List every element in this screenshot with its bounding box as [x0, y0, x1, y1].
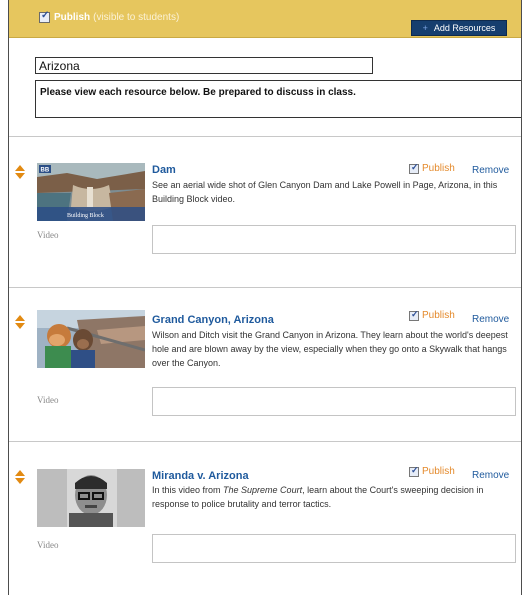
publish-checkbox[interactable]: [409, 465, 419, 477]
publish-header-bar: Publish (visible to students) + Add Reso…: [9, 0, 521, 38]
move-down-icon[interactable]: [15, 173, 25, 179]
move-down-icon[interactable]: [15, 478, 25, 484]
dam-thumbnail-image: BB Building Block: [37, 163, 145, 221]
video-thumbnail[interactable]: [37, 310, 145, 368]
divider: [9, 287, 521, 288]
thumb-badge: BB: [41, 168, 50, 174]
move-down-icon[interactable]: [15, 323, 25, 329]
remove-link[interactable]: Remove: [472, 470, 509, 481]
thumb-caption: Building Block: [67, 213, 104, 219]
publish-label: Publish: [422, 310, 455, 321]
publish-label: Publish: [54, 12, 91, 23]
publish-checkbox[interactable]: [409, 162, 419, 174]
miranda-thumbnail-image: [37, 469, 145, 527]
collection-description-input[interactable]: Please view each resource below. Be prep…: [35, 80, 521, 118]
divider: [9, 136, 521, 137]
resource-title-link[interactable]: Grand Canyon, Arizona: [152, 314, 274, 326]
resource-note-input[interactable]: [152, 387, 516, 416]
publish-checkbox[interactable]: [409, 309, 419, 321]
publish-note: (visible to students): [93, 12, 180, 23]
resource-publish-toggle[interactable]: Publish: [409, 309, 455, 321]
publish-checkbox[interactable]: [39, 10, 50, 23]
resource-description: See an aerial wide shot of Glen Canyon D…: [152, 180, 498, 204]
plus-icon: +: [422, 23, 428, 33]
resource-note-input[interactable]: [152, 225, 516, 254]
move-up-icon[interactable]: [15, 470, 25, 476]
description-text: In this video from: [152, 485, 224, 495]
reorder-handle[interactable]: [15, 315, 27, 329]
publish-label: Publish: [422, 466, 455, 477]
remove-link[interactable]: Remove: [472, 314, 509, 325]
resource-title-link[interactable]: Dam: [152, 164, 176, 176]
resource-publish-toggle[interactable]: Publish: [409, 162, 455, 174]
move-up-icon[interactable]: [15, 315, 25, 321]
reorder-handle[interactable]: [15, 165, 27, 179]
add-resources-button[interactable]: + Add Resources: [411, 20, 507, 36]
add-resources-label: Add Resources: [433, 23, 496, 33]
video-thumbnail[interactable]: [37, 469, 145, 527]
grand-canyon-thumbnail-image: [37, 310, 145, 368]
publish-label: Publish: [422, 163, 455, 174]
move-up-icon[interactable]: [15, 165, 25, 171]
resource-description: Wilson and Ditch visit the Grand Canyon …: [152, 330, 508, 368]
media-type-label: Video: [37, 540, 59, 550]
resource-description: In this video from The Supreme Court, le…: [152, 483, 512, 511]
media-type-label: Video: [37, 395, 59, 405]
video-thumbnail[interactable]: BB Building Block: [37, 163, 145, 221]
resource-title-link[interactable]: Miranda v. Arizona: [152, 470, 249, 482]
divider: [9, 441, 521, 442]
resource-collection-panel: Publish (visible to students) + Add Reso…: [8, 0, 522, 595]
collection-title-input[interactable]: Arizona: [35, 57, 373, 74]
media-type-label: Video: [37, 230, 59, 240]
reorder-handle[interactable]: [15, 470, 27, 484]
program-title: The Supreme Court: [223, 485, 303, 495]
remove-link[interactable]: Remove: [472, 165, 509, 176]
resource-note-input[interactable]: [152, 534, 516, 563]
resource-publish-toggle[interactable]: Publish: [409, 465, 455, 477]
collection-publish-toggle[interactable]: Publish (visible to students): [39, 10, 180, 23]
